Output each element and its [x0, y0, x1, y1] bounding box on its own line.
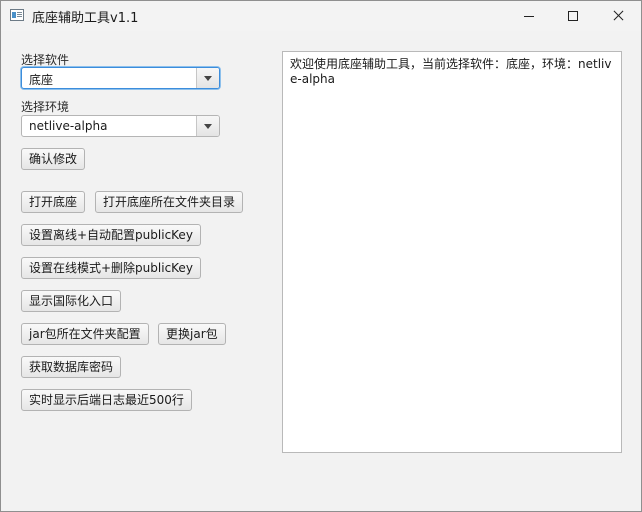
environment-select[interactable]: netlive-alpha	[21, 115, 220, 137]
db-password-button[interactable]: 获取数据库密码	[21, 356, 122, 378]
close-icon	[613, 10, 624, 21]
show-i18n-button[interactable]: 显示国际化入口	[21, 290, 122, 312]
software-select-value: 底座	[29, 73, 54, 87]
maximize-button[interactable]	[550, 1, 596, 31]
software-select[interactable]: 底座	[21, 67, 220, 89]
software-dropdown-button[interactable]	[196, 68, 219, 88]
window-title: 底座辅助工具v1.1	[32, 11, 139, 26]
replace-jar-button[interactable]: 更换jar包	[158, 323, 226, 345]
log-text: 欢迎使用底座辅助工具，当前选择软件：底座，环境：netlive-alpha	[290, 57, 612, 86]
environment-select-value: netlive-alpha	[29, 119, 108, 133]
open-base-folder-button[interactable]: 打开底座所在文件夹目录	[95, 191, 244, 213]
minimize-icon	[524, 16, 534, 17]
log-output-area[interactable]: 欢迎使用底座辅助工具，当前选择软件：底座，环境：netlive-alpha	[282, 51, 622, 453]
online-mode-button[interactable]: 设置在线模式+删除publicKey	[21, 257, 201, 279]
close-button[interactable]	[595, 1, 641, 31]
jar-folder-config-button[interactable]: jar包所在文件夹配置	[21, 323, 149, 345]
offline-mode-button[interactable]: 设置离线+自动配置publicKey	[21, 224, 201, 246]
open-base-button[interactable]: 打开底座	[21, 191, 86, 213]
chevron-down-icon	[204, 124, 212, 129]
environment-label: 选择环境	[21, 100, 70, 114]
title-bar[interactable]: 底座辅助工具v1.1	[1, 1, 641, 31]
chevron-down-icon	[204, 76, 212, 81]
confirm-button[interactable]: 确认修改	[21, 148, 86, 170]
software-label: 选择软件	[21, 53, 70, 67]
maximize-icon	[568, 11, 578, 21]
realtime-log-button[interactable]: 实时显示后端日志最近500行	[21, 389, 192, 411]
environment-dropdown-button[interactable]	[196, 116, 219, 136]
app-window-icon	[10, 9, 24, 21]
app-window: 底座辅助工具v1.1 选择软件 底座 选择环境 netlive-alpha 确认…	[0, 0, 642, 512]
minimize-button[interactable]	[506, 1, 552, 31]
